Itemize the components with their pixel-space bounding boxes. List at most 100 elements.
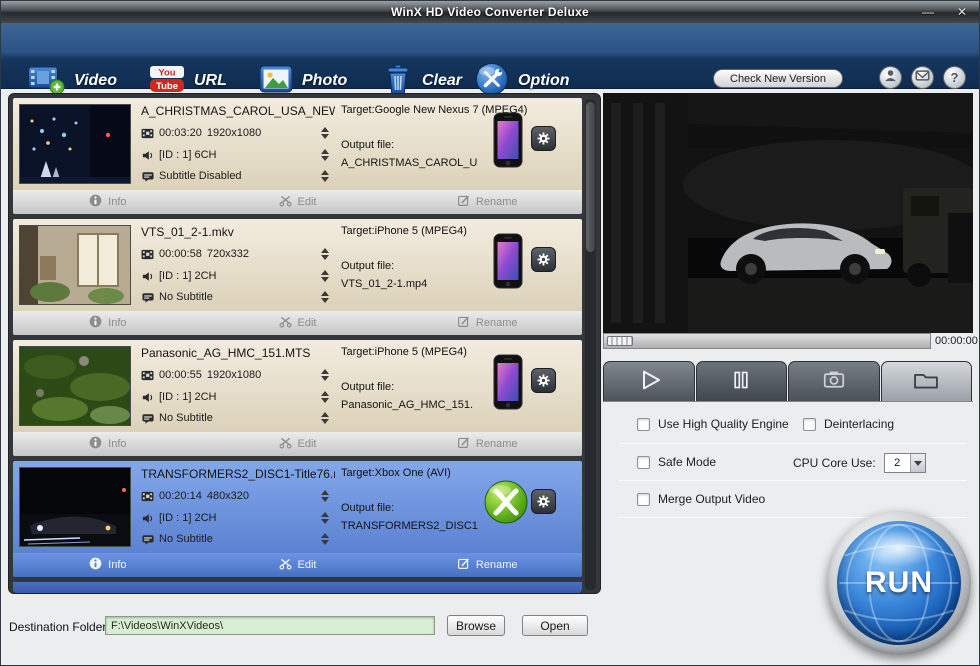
- checkbox-icon[interactable]: [637, 493, 650, 506]
- audio-track: [ID : 1] 2CH: [159, 512, 216, 524]
- subtitle-stepper[interactable]: [319, 291, 331, 303]
- destination-folder-input[interactable]: [105, 616, 435, 635]
- rename-button[interactable]: Rename: [392, 553, 582, 577]
- info-button[interactable]: Info: [13, 311, 203, 335]
- browse-button[interactable]: Browse: [447, 615, 505, 636]
- video-thumbnail: [19, 467, 131, 547]
- spinner-down-icon[interactable]: [321, 255, 329, 260]
- spinner-down-icon[interactable]: [321, 156, 329, 161]
- video-track-stepper[interactable]: [319, 490, 331, 502]
- title-bar: WinX HD Video Converter Deluxe — ✕: [1, 1, 979, 23]
- spinner-down-icon[interactable]: [321, 376, 329, 381]
- gear-icon[interactable]: [531, 126, 556, 151]
- spinner-up-icon[interactable]: [321, 391, 329, 396]
- spinner-down-icon[interactable]: [321, 419, 329, 424]
- rename-button[interactable]: Rename: [392, 432, 582, 456]
- audio-track-stepper[interactable]: [319, 270, 331, 282]
- info-button[interactable]: Info: [13, 190, 203, 214]
- edit-label: Edit: [298, 559, 317, 571]
- spinner-up-icon[interactable]: [321, 270, 329, 275]
- spinner-down-icon[interactable]: [321, 277, 329, 282]
- spinner-down-icon[interactable]: [321, 398, 329, 403]
- spinner-up-icon[interactable]: [321, 512, 329, 517]
- film-icon: [141, 370, 154, 381]
- spinner-up-icon[interactable]: [321, 412, 329, 417]
- checkbox-icon[interactable]: [637, 418, 650, 431]
- help-button[interactable]: ?: [943, 66, 966, 89]
- gear-icon[interactable]: [531, 247, 556, 272]
- account-button[interactable]: [879, 66, 902, 89]
- pause-button[interactable]: [696, 361, 788, 401]
- spinner-up-icon[interactable]: [321, 127, 329, 132]
- check-new-version-button[interactable]: Check New Version: [713, 69, 843, 88]
- chevron-down-icon[interactable]: [910, 454, 925, 472]
- feedback-button[interactable]: [911, 66, 934, 89]
- rename-label: Rename: [476, 196, 518, 208]
- edit-button[interactable]: Edit: [203, 190, 393, 214]
- spinner-up-icon[interactable]: [321, 291, 329, 296]
- info-button[interactable]: Info: [13, 432, 203, 456]
- video-track-stepper[interactable]: [319, 248, 331, 260]
- close-button[interactable]: ✕: [953, 1, 971, 23]
- subtitle-stepper[interactable]: [319, 412, 331, 424]
- info-label: Info: [108, 196, 126, 208]
- subtitle-stepper[interactable]: [319, 533, 331, 545]
- scrollbar-thumb[interactable]: [586, 102, 595, 252]
- video-list-item[interactable]: Panasonic_AG_HMC_151.MTS 00:00:55 1920x1…: [13, 340, 582, 456]
- audio-track-stepper[interactable]: [319, 149, 331, 161]
- speaker-icon: [141, 271, 154, 282]
- play-button[interactable]: [603, 361, 695, 401]
- duration-row: 00:00:58 720x332: [141, 246, 331, 262]
- spinner-up-icon[interactable]: [321, 490, 329, 495]
- spinner-down-icon[interactable]: [321, 519, 329, 524]
- video-track-stepper[interactable]: [319, 127, 331, 139]
- edit-button[interactable]: Edit: [203, 311, 393, 335]
- spinner-up-icon[interactable]: [321, 170, 329, 175]
- speaker-icon: [141, 513, 154, 524]
- cpu-core-select[interactable]: 2: [884, 453, 926, 473]
- spinner-up-icon[interactable]: [321, 369, 329, 374]
- deinterlacing-checkbox[interactable]: Deinterlacing: [803, 417, 894, 431]
- edit-button[interactable]: Edit: [203, 432, 393, 456]
- settings-divider: [619, 480, 967, 481]
- high-quality-checkbox[interactable]: Use High Quality Engine: [637, 417, 789, 431]
- spinner-down-icon[interactable]: [321, 298, 329, 303]
- video-track-stepper[interactable]: [319, 369, 331, 381]
- spinner-up-icon[interactable]: [321, 149, 329, 154]
- merge-output-checkbox[interactable]: Merge Output Video: [637, 492, 765, 506]
- gear-icon[interactable]: [531, 368, 556, 393]
- audio-track-stepper[interactable]: [319, 512, 331, 524]
- run-button[interactable]: RUN: [827, 511, 971, 655]
- spinner-up-icon[interactable]: [321, 248, 329, 253]
- info-button[interactable]: Info: [13, 553, 203, 577]
- gear-icon[interactable]: [531, 489, 556, 514]
- spinner-up-icon[interactable]: [321, 533, 329, 538]
- edit-button[interactable]: Edit: [203, 553, 393, 577]
- open-button[interactable]: Open: [522, 615, 588, 636]
- rename-button[interactable]: Rename: [392, 311, 582, 335]
- video-list-item[interactable]: VTS_01_2-1.mkv 00:00:58 720x332 [ID : 1]…: [13, 219, 582, 335]
- spinner-down-icon[interactable]: [321, 497, 329, 502]
- safe-mode-checkbox[interactable]: Safe Mode: [637, 455, 716, 469]
- list-scrollbar[interactable]: [585, 99, 596, 590]
- snapshot-button[interactable]: [788, 361, 880, 401]
- rename-button[interactable]: Rename: [392, 190, 582, 214]
- main-toolbar: Video You Tube URL: [1, 23, 979, 89]
- item-action-bar: Info Edit Rename: [13, 432, 582, 456]
- audio-track-stepper[interactable]: [319, 391, 331, 403]
- checkbox-icon[interactable]: [803, 418, 816, 431]
- subtitle-stepper[interactable]: [319, 170, 331, 182]
- spinner-down-icon[interactable]: [321, 134, 329, 139]
- video-duration: 00:20:14: [159, 490, 202, 502]
- subtitle-icon: [141, 171, 154, 182]
- spinner-down-icon[interactable]: [321, 177, 329, 182]
- open-folder-button[interactable]: [881, 361, 973, 401]
- checkbox-icon[interactable]: [637, 456, 650, 469]
- minimize-button[interactable]: —: [919, 1, 937, 23]
- output-file-label: Output file:: [341, 502, 394, 514]
- spinner-down-icon[interactable]: [321, 540, 329, 545]
- video-list-item-selected[interactable]: TRANSFORMERS2_DISC1-Title76.mp4 00:20:14…: [13, 461, 582, 577]
- video-list-item[interactable]: A_CHRISTMAS_CAROL_USA_NEW_Ma 00:03:20 19…: [13, 98, 582, 214]
- seek-handle[interactable]: [607, 336, 633, 346]
- seek-bar[interactable]: [603, 333, 931, 349]
